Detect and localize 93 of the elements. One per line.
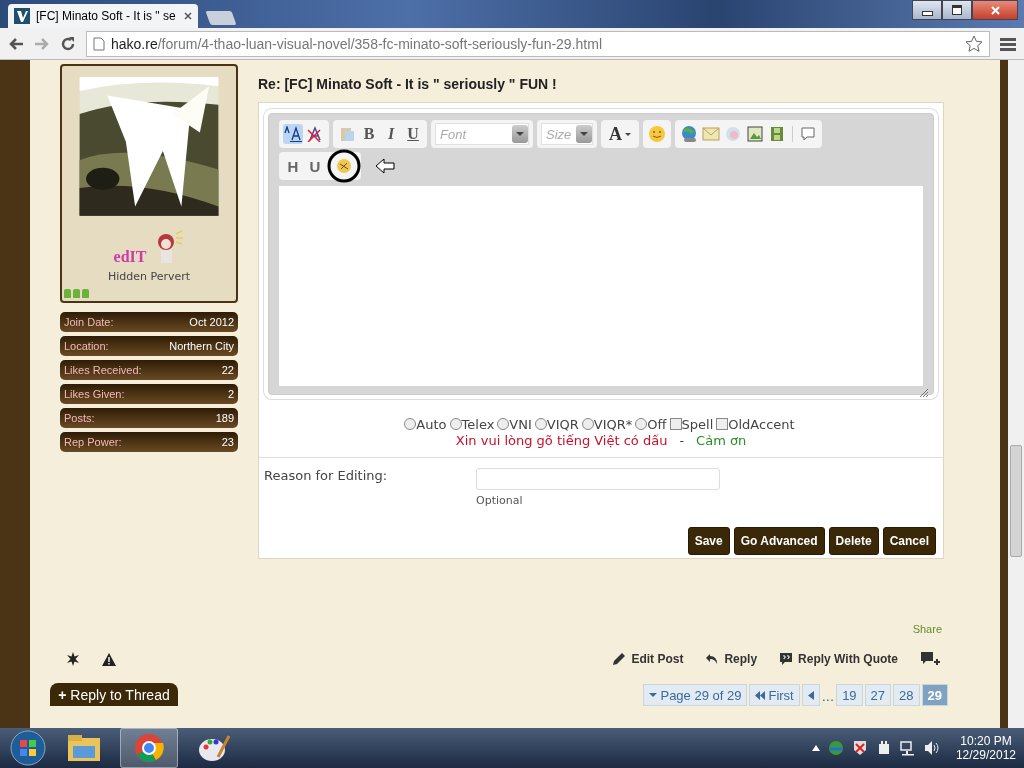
page-link[interactable]: 19 (836, 684, 863, 706)
stat-value: Northern City (169, 340, 234, 352)
stat-value: 22 (221, 364, 234, 376)
minimize-button[interactable] (912, 0, 942, 20)
reason-field[interactable] (476, 468, 720, 490)
stat-label: Location: (64, 340, 109, 352)
resize-handle-icon[interactable] (919, 388, 929, 398)
browser-icon[interactable] (120, 728, 178, 768)
close-icon (990, 5, 1000, 15)
clock-date: 12/29/2012 (955, 748, 1016, 762)
form-button[interactable]: Go Advanced (733, 527, 825, 555)
maximize-button[interactable] (942, 0, 972, 20)
page-icon (93, 36, 105, 51)
network-globe-icon[interactable] (827, 740, 844, 756)
warning-icon[interactable] (102, 652, 116, 666)
page-jump-button[interactable]: Page 29 of 29 (643, 684, 748, 706)
reason-label: Reason for Editing: (264, 468, 389, 485)
volume-icon[interactable] (923, 740, 940, 756)
previous-page-link[interactable] (801, 684, 820, 706)
form-button[interactable]: Cancel (882, 527, 936, 555)
input-method-option[interactable]: VIQR (534, 417, 579, 432)
left-arrow-icon (807, 690, 814, 700)
picture-frame-icon[interactable] (745, 124, 765, 144)
stat-value: 2 (227, 388, 234, 400)
globe-icon[interactable] (679, 124, 699, 144)
input-method-option[interactable]: Spell (669, 417, 714, 432)
stat-value: 23 (221, 436, 234, 448)
circled-face-icon[interactable] (327, 149, 361, 183)
stat-label: Posts: (64, 412, 95, 424)
input-method-option[interactable]: Auto (404, 417, 447, 432)
star-icon[interactable] (965, 34, 983, 53)
start-button[interactable] (8, 728, 48, 768)
reply-arrow-icon (705, 652, 720, 666)
close-icon[interactable] (184, 12, 192, 20)
remove-format-icon (306, 126, 324, 142)
thanks-text: Cảm ơn (696, 433, 747, 448)
u-button[interactable]: U (305, 156, 325, 176)
multi-quote-icon[interactable] (920, 651, 942, 667)
first-page-link[interactable]: First (749, 684, 800, 706)
pagination-ellipsis: ... (821, 689, 835, 706)
back-icon[interactable] (8, 36, 24, 51)
page-link[interactable]: 28 (893, 684, 920, 706)
input-method-option[interactable]: OldAccent (716, 417, 795, 432)
input-method-option[interactable]: VNI (497, 417, 532, 432)
smiley-icon[interactable] (647, 124, 667, 144)
network-icon[interactable] (899, 740, 916, 756)
notice-separator: - (679, 433, 685, 448)
input-method-option[interactable]: VIQR* (581, 417, 633, 432)
share-link[interactable]: Share (912, 623, 942, 635)
browser-tab[interactable]: [FC] Minato Soft - It is " se (8, 4, 198, 28)
underline-button[interactable]: U (403, 124, 423, 144)
notice-text: Xin vui lòng gõ tiếng Việt có dấu (455, 433, 668, 448)
show-hidden-icons-icon[interactable] (811, 745, 820, 751)
reply-link[interactable]: Reply (705, 652, 758, 666)
double-arrow-icon (755, 690, 766, 700)
pencil-icon (612, 652, 627, 666)
left-arrow-icon (375, 158, 395, 174)
bold-button[interactable]: B (359, 124, 379, 144)
close-button[interactable] (972, 0, 1018, 20)
reply-to-thread-button[interactable]: + Reply to Thread (50, 683, 178, 706)
stat-label: Rep Power: (64, 436, 122, 448)
scrollbar[interactable] (1008, 60, 1024, 728)
edit-post-link[interactable]: Edit Post (612, 652, 684, 666)
field-hint: Optional (476, 494, 524, 507)
menu-icon[interactable] (1000, 36, 1016, 51)
address-field[interactable]: hako.re/forum/4-thao-luan-visual-novel/358-fc-minato-soft-seriously-fun-29.html (86, 30, 990, 57)
stat-value: Oct 2012 (189, 316, 234, 328)
quote-bubble-icon (779, 652, 794, 666)
text-style-icon (284, 126, 302, 142)
reputation-icon (64, 288, 89, 298)
stat-value: 189 (215, 412, 234, 424)
reply-with-quote-link[interactable]: Reply With Quote (779, 652, 898, 666)
site-logo-icon (14, 8, 30, 24)
input-method-option[interactable]: Telex (449, 417, 495, 432)
user-title: Hidden Pervert (107, 269, 191, 283)
post-title: Re: [FC] Minato Soft - It is " seriously " FUN ! (258, 76, 558, 92)
page-link[interactable]: 27 (864, 684, 892, 706)
h-button[interactable]: H (283, 156, 303, 176)
shield-icon[interactable] (851, 740, 868, 756)
clock[interactable]: 10:20 PM 12/29/2012 (955, 734, 1016, 762)
stat-label: Join Date: (64, 316, 114, 328)
italic-button[interactable]: I (381, 124, 401, 144)
text-style-button[interactable] (283, 124, 303, 144)
stat-label: Likes Received: (64, 364, 142, 376)
stat-label: Likes Given: (64, 388, 125, 400)
input-method-option[interactable]: Off (635, 417, 667, 432)
tab-title: [FC] Minato Soft - It is " se (36, 9, 177, 23)
form-button[interactable]: Save (687, 527, 730, 555)
star-burst-icon[interactable] (66, 652, 80, 666)
clock-time: 10:20 PM (960, 734, 1012, 748)
reload-icon[interactable] (60, 35, 76, 52)
form-button[interactable]: Delete (828, 527, 879, 555)
new-tab-button[interactable] (205, 11, 237, 25)
